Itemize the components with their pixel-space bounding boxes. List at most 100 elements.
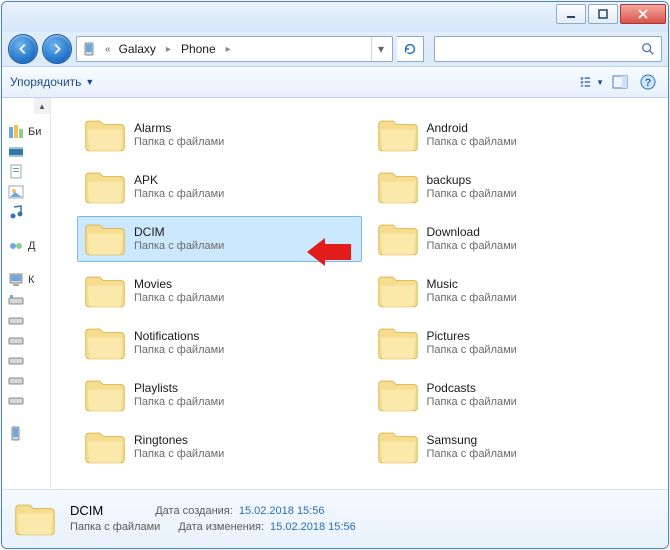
folder-desc: Папка с файлами: [427, 239, 517, 253]
folder-desc: Папка с файлами: [134, 291, 224, 305]
folder-desc: Папка с файлами: [427, 291, 517, 305]
device-icon: [8, 426, 24, 442]
folder-icon: [377, 117, 419, 153]
video-icon: [8, 144, 24, 160]
details-pane: DCIMДата создания:15.02.2018 15:56 Папка…: [2, 489, 668, 548]
folder-desc: Папка с файлами: [134, 395, 224, 409]
drive-icon: [8, 332, 24, 348]
sidebar-item-drive[interactable]: [2, 310, 50, 330]
explorer-window: « Galaxy ▸ Phone ▸ ▾ Упорядочить ▼ ▼ ? ▲…: [1, 1, 669, 549]
folder-item[interactable]: DownloadПапка с файлами: [370, 216, 655, 262]
pictures-icon: [8, 184, 24, 200]
folder-desc: Папка с файлами: [427, 343, 517, 357]
chevron-right-icon[interactable]: ▸: [162, 44, 175, 55]
folder-item[interactable]: MusicПапка с файлами: [370, 268, 655, 314]
sidebar-item-drive[interactable]: [2, 290, 50, 310]
folder-desc: Папка с файлами: [427, 187, 517, 201]
back-button[interactable]: [8, 34, 38, 64]
folder-icon: [14, 499, 56, 539]
details-created-label: Дата создания:: [155, 503, 233, 519]
folder-desc: Папка с файлами: [134, 343, 224, 357]
folder-name: Samsung: [427, 433, 517, 447]
sidebar-item-homegroup[interactable]: Д: [2, 236, 50, 256]
folder-item[interactable]: APKПапка с файлами: [77, 164, 362, 210]
folder-name: Podcasts: [427, 381, 517, 395]
sidebar-item-device[interactable]: [2, 424, 50, 444]
folder-desc: Папка с файлами: [134, 135, 224, 149]
folder-icon: [377, 169, 419, 205]
folder-desc: Папка с файлами: [427, 395, 517, 409]
maximize-button[interactable]: [588, 4, 618, 24]
folder-desc: Папка с файлами: [134, 187, 224, 201]
chevron-down-icon: ▼: [85, 77, 94, 87]
folder-icon: [84, 169, 126, 205]
folder-item[interactable]: AlarmsПапка с файлами: [77, 112, 362, 158]
folder-icon: [377, 221, 419, 257]
help-button[interactable]: ?: [636, 71, 660, 93]
search-box[interactable]: [434, 36, 662, 62]
homegroup-icon: [8, 238, 24, 254]
address-dropdown[interactable]: ▾: [371, 37, 390, 61]
sidebar-item-pictures[interactable]: [2, 182, 50, 202]
documents-icon: [8, 164, 24, 180]
folder-icon: [377, 273, 419, 309]
breadcrumb-phone[interactable]: Phone: [175, 37, 222, 61]
svg-text:?: ?: [645, 77, 652, 89]
sidebar-item-drive[interactable]: [2, 350, 50, 370]
scroll-up-button[interactable]: ▲: [34, 98, 50, 114]
sidebar-item-drive[interactable]: [2, 330, 50, 350]
folder-desc: Папка с файлами: [134, 239, 224, 253]
folder-name: Alarms: [134, 121, 224, 135]
device-icon: [82, 41, 100, 57]
forward-button[interactable]: [42, 34, 72, 64]
folder-name: Playlists: [134, 381, 224, 395]
details-modified-label: Дата изменения:: [178, 519, 264, 535]
search-icon: [641, 42, 655, 56]
sidebar-item-drive[interactable]: [2, 390, 50, 410]
toolbar: Упорядочить ▼ ▼ ?: [2, 66, 668, 98]
sidebar-item-documents[interactable]: [2, 162, 50, 182]
folder-item[interactable]: PodcastsПапка с файлами: [370, 372, 655, 418]
organize-menu[interactable]: Упорядочить ▼: [10, 75, 94, 89]
folder-name: Movies: [134, 277, 224, 291]
details-modified-value: 15.02.2018 15:56: [270, 519, 356, 535]
folder-icon: [84, 117, 126, 153]
details-type: Папка с файлами: [70, 519, 160, 535]
folder-desc: Папка с файлами: [427, 447, 517, 461]
music-icon: [8, 204, 24, 220]
minimize-button[interactable]: [556, 4, 586, 24]
sidebar-item-music[interactable]: [2, 202, 50, 222]
nav-pane: ▲ Би Д К: [2, 98, 51, 489]
folder-item[interactable]: PicturesПапка с файлами: [370, 320, 655, 366]
close-button[interactable]: [620, 4, 666, 24]
folder-item[interactable]: NotificationsПапка с файлами: [77, 320, 362, 366]
file-list[interactable]: AlarmsПапка с файламиAndroidПапка с файл…: [51, 98, 668, 489]
folder-name: Android: [427, 121, 517, 135]
chevron-right-icon[interactable]: ▸: [222, 44, 235, 55]
titlebar: [2, 2, 668, 32]
folder-item[interactable]: RingtonesПапка с файлами: [77, 424, 362, 470]
folder-item[interactable]: MoviesПапка с файлами: [77, 268, 362, 314]
sidebar-item-drive[interactable]: [2, 370, 50, 390]
folder-name: backups: [427, 173, 517, 187]
sidebar-item-libraries[interactable]: Би: [2, 122, 50, 142]
folder-item[interactable]: DCIMПапка с файлами: [77, 216, 362, 262]
folder-item[interactable]: AndroidПапка с файлами: [370, 112, 655, 158]
refresh-button[interactable]: [397, 36, 424, 62]
view-options-button[interactable]: ▼: [580, 71, 604, 93]
folder-icon: [377, 429, 419, 465]
sidebar-item-videos[interactable]: [2, 142, 50, 162]
folder-desc: Папка с файлами: [427, 135, 517, 149]
folder-item[interactable]: SamsungПапка с файлами: [370, 424, 655, 470]
sidebar-item-computer[interactable]: К: [2, 270, 50, 290]
folder-item[interactable]: backupsПапка с файлами: [370, 164, 655, 210]
folder-icon: [377, 325, 419, 361]
folder-icon: [84, 221, 126, 257]
breadcrumb-galaxy[interactable]: Galaxy: [113, 37, 162, 61]
folder-name: Music: [427, 277, 517, 291]
preview-pane-button[interactable]: [608, 71, 632, 93]
folder-item[interactable]: PlaylistsПапка с файлами: [77, 372, 362, 418]
details-created-value: 15.02.2018 15:56: [239, 503, 325, 519]
folder-name: DCIM: [134, 225, 224, 239]
address-bar[interactable]: « Galaxy ▸ Phone ▸ ▾: [76, 36, 393, 62]
